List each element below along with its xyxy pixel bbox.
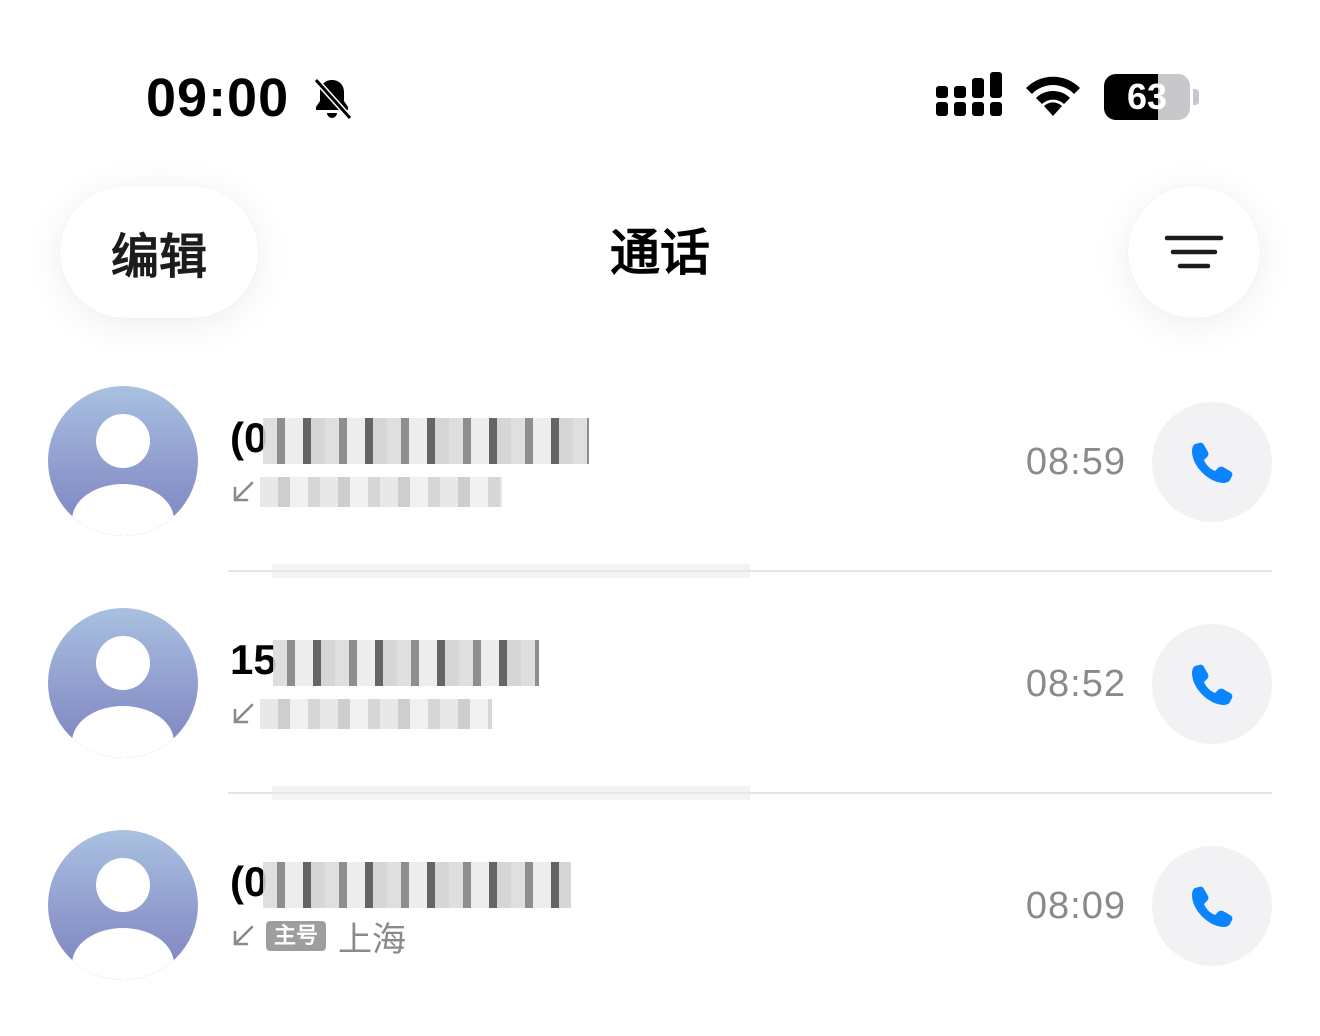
redacted-mosaic [263, 417, 590, 464]
status-bar: 09:00 63 [0, 0, 1320, 150]
caller-subtitle: 主号 上海 [230, 914, 407, 959]
row-divider [228, 570, 1272, 572]
filter-button[interactable] [1128, 186, 1260, 318]
phone-icon [1192, 886, 1233, 927]
call-time: 08:59 [1025, 441, 1126, 483]
filter-lines-icon [1164, 235, 1224, 269]
incoming-arrow-icon [233, 481, 254, 502]
phone-icon [1192, 442, 1233, 483]
status-time: 09:00 [146, 68, 290, 128]
caller-name: (0 [230, 858, 572, 908]
bell-off-icon [313, 77, 353, 121]
caller-name: 15 [230, 636, 539, 686]
phone-icon [1192, 664, 1233, 705]
caller-location: 上海 [338, 920, 407, 959]
call-back-button[interactable] [1152, 402, 1272, 522]
battery-percent: 63 [1126, 76, 1168, 117]
nav-bar: 编辑 通话 [0, 150, 1320, 370]
caller-name-text: (0 [230, 858, 268, 905]
redacted-mosaic [260, 477, 502, 507]
caller-name-text: (0 [230, 414, 268, 461]
wifi-icon [1026, 76, 1080, 116]
redacted-mosaic [263, 861, 572, 908]
call-time: 08:52 [1025, 663, 1126, 705]
caller-subtitle [230, 470, 502, 514]
battery-indicator: 63 [1104, 74, 1200, 120]
caller-name-text: 15 [230, 636, 277, 683]
avatar [48, 830, 198, 980]
call-row[interactable]: 15 08:52 [0, 592, 1320, 814]
caller-subtitle [230, 692, 492, 736]
primary-number-badge: 主号 [266, 921, 327, 951]
caller-name: (0 [230, 414, 590, 464]
incoming-arrow-icon [233, 703, 254, 724]
incoming-arrow-icon [233, 925, 254, 946]
page-title: 通话 [610, 225, 710, 281]
edit-button[interactable]: 编辑 [60, 186, 258, 318]
redacted-mosaic [272, 639, 539, 686]
redacted-mosaic [260, 699, 492, 729]
signal-icon [936, 72, 1002, 116]
avatar [48, 386, 198, 536]
call-list: (0 08:59 15 08:52 (0 主号 上海 08:09 [0, 370, 1320, 1036]
call-back-button[interactable] [1152, 624, 1272, 744]
avatar [48, 608, 198, 758]
call-time: 08:09 [1025, 885, 1126, 927]
call-row[interactable]: (0 主号 上海 08:09 [0, 814, 1320, 1036]
row-divider [228, 792, 1272, 794]
call-back-button[interactable] [1152, 846, 1272, 966]
call-row[interactable]: (0 08:59 [0, 370, 1320, 592]
